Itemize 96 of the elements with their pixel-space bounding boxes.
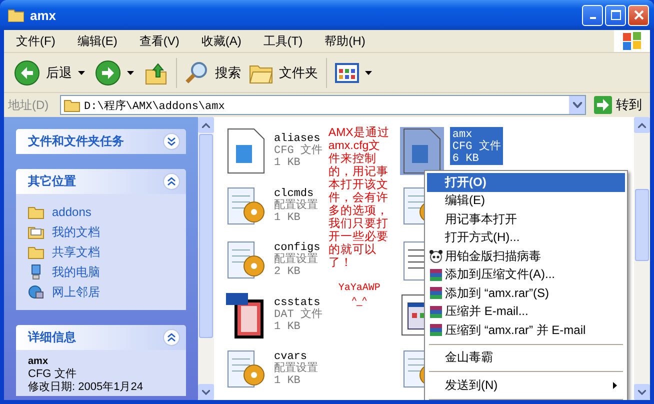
scroll-down-icon[interactable]	[638, 390, 646, 394]
maximize-icon	[610, 10, 620, 20]
menu-item[interactable]: 金山毒霸	[427, 348, 625, 367]
folder-icon	[28, 244, 44, 260]
network-icon	[28, 284, 44, 300]
close-icon	[634, 10, 644, 20]
dropdown-button[interactable]	[569, 96, 585, 114]
file-name: aliases	[274, 133, 320, 145]
submenu-arrow-icon	[613, 382, 617, 389]
up-folder-icon	[144, 60, 168, 84]
menu-item[interactable]: 帮助(H)	[316, 32, 374, 50]
file-name: configs	[274, 242, 320, 254]
address-field[interactable]: D:\程序\AMX\addons\amx	[60, 95, 586, 115]
search-button[interactable]: 搜索	[181, 56, 245, 90]
menu-item[interactable]: 文件(F)	[8, 32, 64, 50]
place-link[interactable]: 网上邻居	[52, 284, 100, 300]
file-type: CFG 文件	[274, 145, 322, 157]
folder-icon	[28, 204, 44, 220]
file-size: 1 KB	[274, 320, 302, 333]
minimize-icon	[590, 17, 596, 19]
detail-name: amx	[28, 356, 50, 368]
file-type: 配置设置	[274, 363, 318, 376]
menu-item[interactable]: 压缩并 E-mail...	[427, 302, 625, 321]
menu-item[interactable]: 编辑(E)	[69, 32, 126, 50]
menu-item[interactable]: 用记事本打开	[427, 210, 625, 228]
file-size: 1 KB	[274, 157, 302, 169]
menu-item[interactable]: 压缩到 “amx.rar” 并 E-mail	[427, 321, 625, 340]
caret-icon	[365, 70, 372, 74]
search-icon	[185, 60, 209, 84]
scroll-thumb[interactable]	[635, 189, 649, 261]
menu-item[interactable]: 发送到(N)	[427, 376, 625, 394]
scroll-thumb[interactable]	[199, 134, 213, 338]
menu-item[interactable]: 添加到 “amx.rar”(S)	[427, 284, 625, 302]
folders-button[interactable]: 文件夹	[245, 56, 322, 90]
file-type: DAT 文件	[274, 308, 322, 321]
documents-icon	[28, 224, 44, 240]
chevron-button[interactable]	[163, 329, 180, 346]
place-link[interactable]: 我的电脑	[52, 264, 100, 280]
chevron-icon	[167, 177, 176, 186]
views-icon	[335, 62, 359, 82]
file-size: 1 KB	[274, 375, 302, 388]
books-icon	[429, 268, 443, 282]
panel-title[interactable]: 详细信息	[28, 329, 76, 346]
panel-title[interactable]: 其它位置	[28, 173, 76, 190]
books-icon	[429, 286, 443, 300]
window-title: amx	[30, 8, 58, 22]
annotation-emoticon: ^_^	[352, 295, 367, 308]
menu-item[interactable]: 打开(O)	[427, 173, 625, 192]
file-name: clcmds	[274, 188, 314, 200]
file-label: amx CFG 文件 6 KB	[450, 127, 503, 165]
document-icon[interactable]	[400, 127, 444, 175]
panda-icon	[429, 249, 443, 264]
back-button[interactable]: 后退	[10, 56, 76, 90]
file-name: cvars	[274, 351, 308, 364]
maximize-button[interactable]	[605, 4, 626, 26]
folder-icon	[8, 8, 24, 22]
address-label: 地址(D)	[8, 96, 50, 114]
detail-type: CFG 文件	[28, 368, 78, 381]
menu-item[interactable]: 打开方式(H)...	[427, 228, 625, 247]
file-size: 1 KB	[274, 212, 302, 224]
menu-item[interactable]: 添加到压缩文件(A)...	[427, 266, 625, 284]
menu-item[interactable]: 用铂金版扫描病毒	[427, 247, 625, 266]
books-icon	[429, 304, 443, 319]
chevron-button[interactable]	[163, 173, 180, 190]
menu-item[interactable]: 工具(T)	[255, 32, 311, 50]
detail-modified: 修改日期: 2005年1月24	[28, 381, 144, 394]
scrollbar[interactable]	[634, 117, 650, 400]
scroll-up-icon[interactable]	[202, 122, 210, 128]
annotation-text: AMX是通过amx.cfg文件来控制的，用记事本打开该文件，会有许多的选项，我们只要打开一些必要的就可以了！	[328, 127, 390, 270]
arrow-icon	[594, 96, 612, 114]
scroll-down-icon[interactable]	[202, 390, 210, 394]
chevron-icon	[167, 333, 176, 342]
place-link[interactable]: 我的文档	[52, 224, 100, 240]
chevron-button[interactable]	[163, 133, 180, 150]
caret-icon[interactable]	[78, 70, 85, 74]
chevron-icon	[167, 137, 176, 146]
menu-item[interactable]: 查看(V)	[131, 32, 188, 50]
annotation-signature: YaYaAWP	[338, 282, 380, 295]
minimize-button[interactable]	[582, 4, 603, 26]
caret-icon[interactable]	[127, 70, 134, 74]
scroll-up-icon[interactable]	[638, 122, 646, 128]
windows-logo-icon	[614, 30, 650, 52]
file-type: 配置设置	[274, 254, 319, 266]
close-button[interactable]	[628, 4, 649, 26]
place-link[interactable]: addons	[52, 205, 92, 219]
chevron-down-icon	[572, 102, 582, 108]
menu-item[interactable]: 收藏(A)	[193, 32, 250, 50]
menu-item[interactable]: 编辑(E)	[427, 192, 625, 210]
go-button[interactable]: 转到	[590, 96, 646, 114]
file-type: 配置设置	[274, 200, 318, 212]
file-name: csstats	[274, 296, 320, 309]
place-link[interactable]: 共享文档	[52, 244, 100, 260]
scrollbar[interactable]	[198, 117, 214, 400]
file-size: 2 KB	[274, 266, 302, 278]
folder-icon	[64, 98, 80, 112]
books-icon	[429, 323, 443, 338]
